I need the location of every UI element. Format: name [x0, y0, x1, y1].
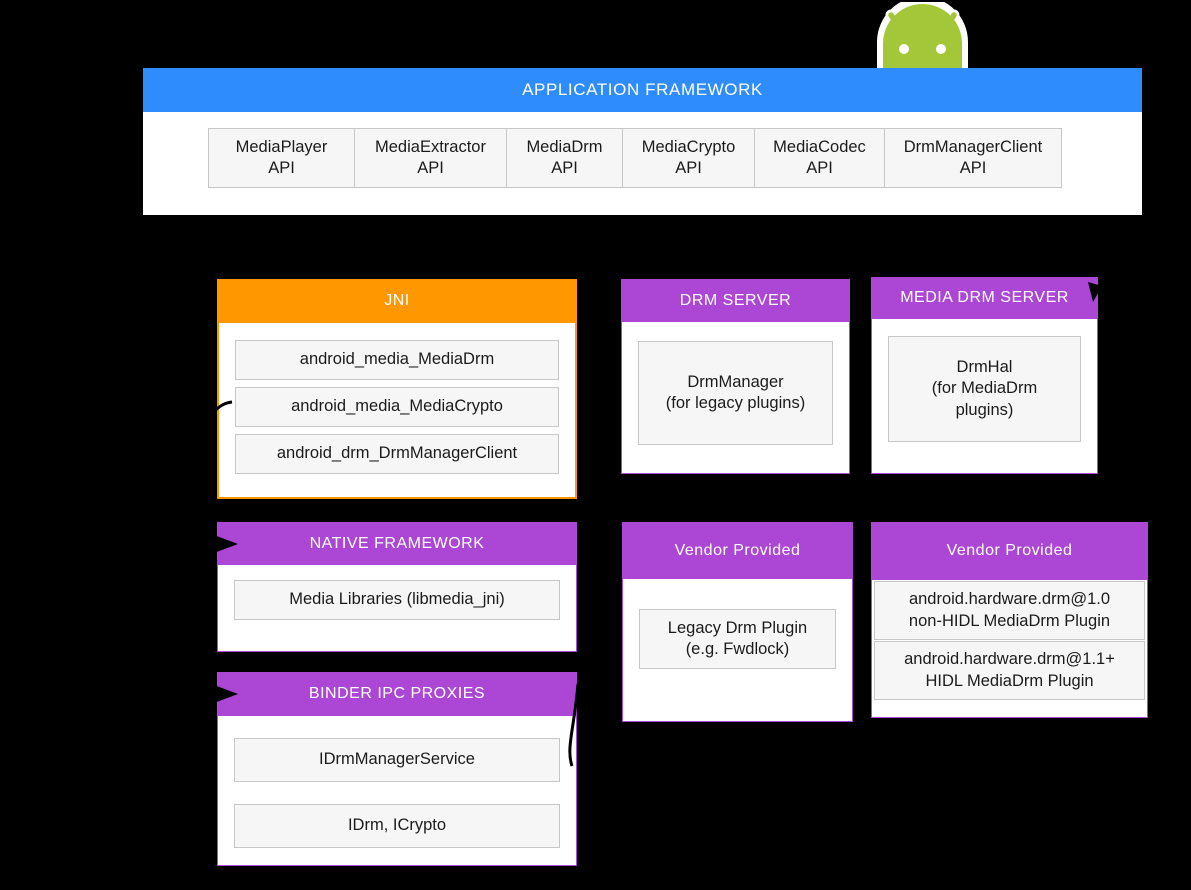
group-jni-body: android_media_MediaDrm android_media_Medi…: [219, 325, 575, 474]
group-drm-server: DRM SERVER DrmManager (for legacy plugins…: [621, 279, 850, 474]
arrow-into-drm-server: [595, 291, 621, 309]
group-media-drm-server-header-label: MEDIA DRM SERVER: [900, 289, 1069, 306]
group-native-framework-header: NATIVE FRAMEWORK: [217, 522, 577, 565]
item-line: (e.g. Fwdlock): [685, 640, 790, 658]
group-jni-item[interactable]: android_media_MediaCrypto: [235, 387, 559, 427]
group-native-framework-body: Media Libraries (libmedia_jni): [218, 566, 576, 620]
group-vendor-mediadrm-body: android.hardware.drm@1.0 non-HIDL MediaDr…: [872, 581, 1147, 700]
item-line: (for legacy plugins): [665, 394, 806, 412]
api-cell[interactable]: MediaDrm API: [506, 128, 623, 188]
application-framework-banner: APPLICATION FRAMEWORK: [143, 68, 1142, 112]
item-line: plugins): [955, 400, 1014, 419]
api-cell[interactable]: MediaExtractor API: [354, 128, 507, 188]
item-line: IDrm, ICrypto: [347, 816, 447, 835]
api-cell[interactable]: MediaPlayer API: [208, 128, 355, 188]
application-framework-panel: APPLICATION FRAMEWORK MediaPlayer API Medi…: [143, 68, 1142, 215]
api-cell-line: MediaExtractor: [375, 137, 486, 156]
item-line: android_media_MediaDrm: [299, 350, 495, 369]
application-framework-title: APPLICATION FRAMEWORK: [522, 80, 763, 99]
group-vendor-legacy-item[interactable]: Legacy Drm Plugin (e.g. Fwdlock): [639, 609, 836, 669]
group-binder-ipc-header: BINDER IPC PROXIES: [217, 672, 577, 716]
item-line: android_media_MediaCrypto: [291, 397, 503, 416]
api-cell[interactable]: DrmManagerClient API: [884, 128, 1062, 188]
api-cell-line: API: [806, 159, 833, 177]
group-vendor-mediadrm-item[interactable]: android.hardware.drm@1.0 non-HIDL MediaDr…: [874, 581, 1145, 640]
api-cell-line: MediaDrm: [526, 137, 603, 156]
api-cell-line: API: [551, 159, 578, 177]
group-jni-item[interactable]: android_media_MediaDrm: [235, 340, 559, 380]
group-drm-server-body: DrmManager (for legacy plugins): [622, 323, 849, 445]
group-vendor-mediadrm: Vendor Provided android.hardware.drm@1.0…: [871, 522, 1148, 718]
group-vendor-mediadrm-header: Vendor Provided: [871, 522, 1148, 580]
group-binder-ipc-item[interactable]: IDrm, ICrypto: [234, 804, 560, 848]
api-cell-line: API: [675, 159, 702, 177]
group-vendor-legacy-body: Legacy Drm Plugin (e.g. Fwdlock): [623, 580, 852, 669]
group-binder-ipc: BINDER IPC PROXIES IDrmManagerService IDr…: [217, 672, 577, 866]
item-line: DrmManager: [687, 372, 784, 391]
group-native-framework-item[interactable]: Media Libraries (libmedia_jni): [234, 580, 560, 620]
item-line: Media Libraries (libmedia_jni): [289, 590, 505, 609]
group-binder-ipc-body: IDrmManagerService IDrm, ICrypto: [218, 717, 576, 848]
item-line: HIDL MediaDrm Plugin: [925, 671, 1094, 690]
api-cell-line: MediaCrypto: [641, 137, 736, 156]
item-line: IDrmManagerService: [319, 750, 475, 769]
diagram-canvas: APPLICATION FRAMEWORK MediaPlayer API Medi…: [0, 0, 1191, 890]
api-cell[interactable]: MediaCodec API: [754, 128, 885, 188]
group-vendor-mediadrm-header-label: Vendor Provided: [946, 542, 1073, 559]
group-vendor-mediadrm-item[interactable]: android.hardware.drm@1.1+ HIDL MediaDrm P…: [874, 641, 1145, 700]
group-media-drm-server-body: DrmHal (for MediaDrm plugins): [872, 320, 1097, 442]
item-line: Legacy Drm Plugin: [667, 618, 808, 637]
group-media-drm-server-header: MEDIA DRM SERVER: [871, 277, 1098, 319]
api-cell-line: API: [959, 159, 987, 177]
item-line: non-HIDL MediaDrm Plugin: [908, 611, 1111, 630]
api-cell-line: API: [417, 159, 444, 177]
api-cell-line: MediaPlayer: [235, 137, 328, 156]
group-vendor-legacy: Vendor Provided Legacy Drm Plugin (e.g. F…: [622, 522, 853, 722]
api-list: MediaPlayer API MediaExtractor API MediaDrm A…: [208, 128, 1062, 188]
group-drm-server-header-label: DRM SERVER: [679, 291, 792, 309]
group-vendor-legacy-header-label: Vendor Provided: [674, 541, 801, 559]
group-media-drm-server-item[interactable]: DrmHal (for MediaDrm plugins): [888, 336, 1081, 442]
item-line: DrmHal: [956, 357, 1013, 376]
group-drm-server-item[interactable]: DrmManager (for legacy plugins): [638, 341, 833, 445]
group-binder-ipc-header-label: BINDER IPC PROXIES: [308, 685, 486, 702]
group-jni-header-label: JNI: [384, 292, 410, 309]
group-drm-server-header: DRM SERVER: [621, 279, 850, 322]
api-cell[interactable]: MediaCrypto API: [622, 128, 755, 188]
group-media-drm-server: MEDIA DRM SERVER DrmHal (for MediaDrm plug…: [871, 277, 1098, 474]
api-cell-line: DrmManagerClient: [903, 137, 1043, 156]
group-jni: JNI android_media_MediaDrm android_media_…: [217, 279, 577, 499]
group-jni-item[interactable]: android_drm_DrmManagerClient: [235, 434, 559, 474]
api-cell-line: MediaCodec: [773, 137, 866, 156]
group-native-framework-header-label: NATIVE FRAMEWORK: [309, 534, 485, 552]
item-line: android.hardware.drm@1.0: [908, 590, 1111, 609]
group-binder-ipc-item[interactable]: IDrmManagerService: [234, 738, 560, 782]
group-native-framework: NATIVE FRAMEWORK Media Libraries (libmed…: [217, 522, 577, 652]
api-cell-line: API: [268, 159, 295, 177]
group-vendor-legacy-header: Vendor Provided: [622, 522, 853, 579]
item-line: android.hardware.drm@1.1+: [904, 650, 1115, 669]
group-jni-header: JNI: [217, 279, 577, 323]
item-line: android_drm_DrmManagerClient: [276, 444, 518, 463]
item-line: (for MediaDrm: [931, 379, 1038, 398]
android-robot-logo: [845, 0, 1000, 73]
